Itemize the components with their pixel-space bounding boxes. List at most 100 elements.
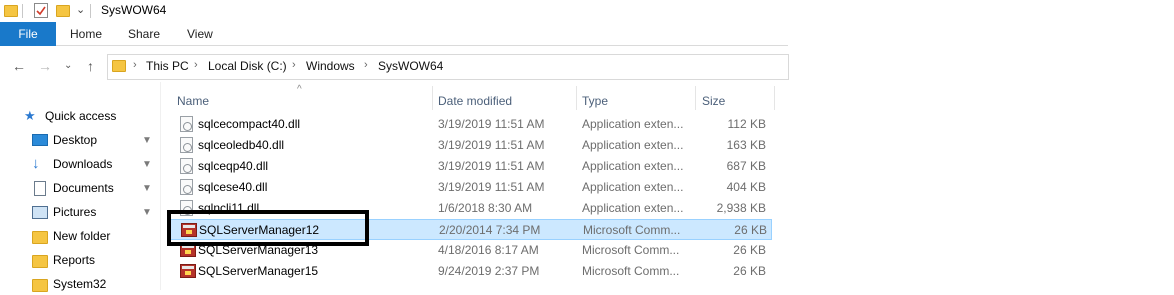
pin-icon[interactable]: ▼ [142, 183, 152, 194]
file-type: Application exten... [582, 159, 684, 173]
tab-view[interactable]: View [187, 27, 213, 41]
folder-icon [32, 253, 48, 268]
dll-icon [180, 137, 193, 153]
sidebar-item-system32[interactable]: System32 [32, 273, 106, 295]
sidebar-item-label: Documents [53, 181, 114, 195]
file-size: 404 KB [726, 180, 766, 194]
file-row[interactable]: sqlceoledb40.dll 3/19/2019 11:51 AM Applic… [170, 135, 772, 156]
sidebar-item-label: Reports [53, 253, 96, 267]
properties-icon[interactable] [34, 3, 48, 18]
sidebar-item-label: Downloads [53, 157, 113, 171]
dll-icon [180, 116, 193, 132]
pin-icon[interactable]: ▼ [142, 135, 152, 146]
sidebar-item-label: Quick access [45, 109, 117, 123]
file-name: sqlceoledb40.dll [198, 138, 285, 152]
window-title: SysWOW64 [101, 3, 167, 17]
file-date-modified: 1/6/2018 8:30 AM [438, 201, 533, 215]
sidebar-item-quick-access[interactable]: ★ Quick access [24, 105, 116, 127]
file-name: sqlcecompact40.dll [198, 117, 301, 131]
desktop-icon [32, 133, 48, 147]
file-row[interactable]: sqlcese40.dll 3/19/2019 11:51 AM Applicati… [170, 177, 772, 198]
file-row[interactable]: sqlceqp40.dll 3/19/2019 11:51 AM Applicati… [170, 156, 772, 177]
file-date-modified: 3/19/2019 11:51 AM [438, 180, 545, 194]
pin-icon[interactable]: ▼ [142, 159, 152, 170]
sidebar-item-new-folder[interactable]: New folder [32, 225, 110, 247]
file-name: SQLServerManager15 [198, 264, 319, 278]
file-type: Microsoft Comm... [582, 243, 680, 257]
file-date-modified: 2/20/2014 7:34 PM [439, 223, 541, 237]
sidebar-item-label: New folder [53, 229, 111, 243]
sidebar-item-label: Pictures [53, 205, 97, 219]
file-type: Application exten... [582, 138, 684, 152]
dll-icon [180, 179, 193, 195]
pictures-icon [32, 205, 48, 219]
back-button[interactable]: ← [12, 58, 26, 74]
file-size: 687 KB [726, 159, 766, 173]
breadcrumb-windows[interactable]: Windows [306, 59, 355, 73]
column-divider[interactable] [774, 86, 775, 110]
folder-icon [32, 229, 48, 244]
file-type: Application exten... [582, 201, 684, 215]
pin-icon[interactable]: ▼ [142, 207, 152, 218]
sidebar-item-label: System32 [53, 277, 107, 291]
file-date-modified: 4/18/2016 8:17 AM [438, 243, 539, 257]
download-icon: ↓ [32, 155, 40, 172]
sidebar-item-desktop[interactable]: Desktop [32, 129, 97, 151]
new-folder-icon[interactable] [56, 5, 70, 17]
documents-icon [32, 181, 48, 196]
chevron-right-icon[interactable]: › [292, 59, 296, 71]
chevron-right-icon[interactable]: › [364, 59, 368, 71]
column-divider[interactable] [576, 86, 577, 110]
sidebar-item-downloads[interactable]: ↓ Downloads [32, 153, 112, 175]
chevron-right-icon[interactable]: › [133, 59, 137, 71]
column-divider[interactable] [695, 86, 696, 110]
sidebar-item-reports[interactable]: Reports [32, 249, 95, 271]
divider [90, 4, 91, 18]
tab-share[interactable]: Share [128, 27, 160, 41]
breadcrumb-syswow64[interactable]: SysWOW64 [378, 59, 443, 73]
file-type: Application exten... [582, 117, 684, 131]
file-size: 26 KB [734, 223, 767, 237]
column-header-type[interactable]: Type [582, 94, 608, 108]
recent-locations-icon[interactable]: ⌄ [64, 60, 72, 71]
file-size: 163 KB [726, 138, 766, 152]
highlight-annotation [167, 210, 369, 246]
sort-ascending-icon: ^ [297, 84, 302, 95]
file-size: 26 KB [733, 264, 766, 278]
file-name: sqlcese40.dll [198, 180, 268, 194]
tab-file[interactable]: File [0, 22, 56, 46]
file-size: 2,938 KB [716, 201, 766, 215]
file-date-modified: 3/19/2019 11:51 AM [438, 138, 545, 152]
sidebar-item-label: Desktop [53, 133, 98, 147]
folder-icon [32, 277, 48, 292]
sidebar-item-pictures[interactable]: Pictures [32, 201, 96, 223]
column-header-size[interactable]: Size [702, 94, 725, 108]
file-date-modified: 9/24/2019 2:37 PM [438, 264, 540, 278]
sidebar-item-documents[interactable]: Documents [32, 177, 114, 199]
up-button[interactable]: ↑ [87, 58, 94, 74]
column-divider[interactable] [432, 86, 433, 110]
file-type: Microsoft Comm... [583, 223, 681, 237]
file-size: 26 KB [733, 243, 766, 257]
mmc-icon [180, 264, 196, 278]
divider [22, 4, 23, 18]
column-header-date-modified[interactable]: Date modified [438, 94, 512, 108]
breadcrumb-this-pc[interactable]: This PC [146, 59, 189, 73]
file-type: Application exten... [582, 180, 684, 194]
folder-icon [4, 5, 18, 17]
customize-quick-access-icon[interactable]: ⌄ [76, 3, 85, 16]
file-size: 112 KB [727, 117, 766, 131]
file-name: sqlceqp40.dll [198, 159, 269, 173]
ribbon-bar [0, 22, 788, 46]
file-date-modified: 3/19/2019 11:51 AM [438, 117, 545, 131]
folder-icon [112, 60, 126, 72]
file-row[interactable]: SQLServerManager15 9/24/2019 2:37 PM Micro… [170, 261, 772, 282]
forward-button[interactable]: → [38, 58, 52, 74]
file-row[interactable]: sqlcecompact40.dll 3/19/2019 11:51 AM Appl… [170, 114, 772, 135]
column-header-name[interactable]: Name [177, 94, 209, 108]
tab-home[interactable]: Home [70, 27, 102, 41]
pane-divider[interactable] [160, 82, 161, 290]
breadcrumb-local-disk[interactable]: Local Disk (C:) [208, 59, 287, 73]
file-type: Microsoft Comm... [582, 264, 680, 278]
chevron-right-icon[interactable]: › [194, 59, 198, 71]
